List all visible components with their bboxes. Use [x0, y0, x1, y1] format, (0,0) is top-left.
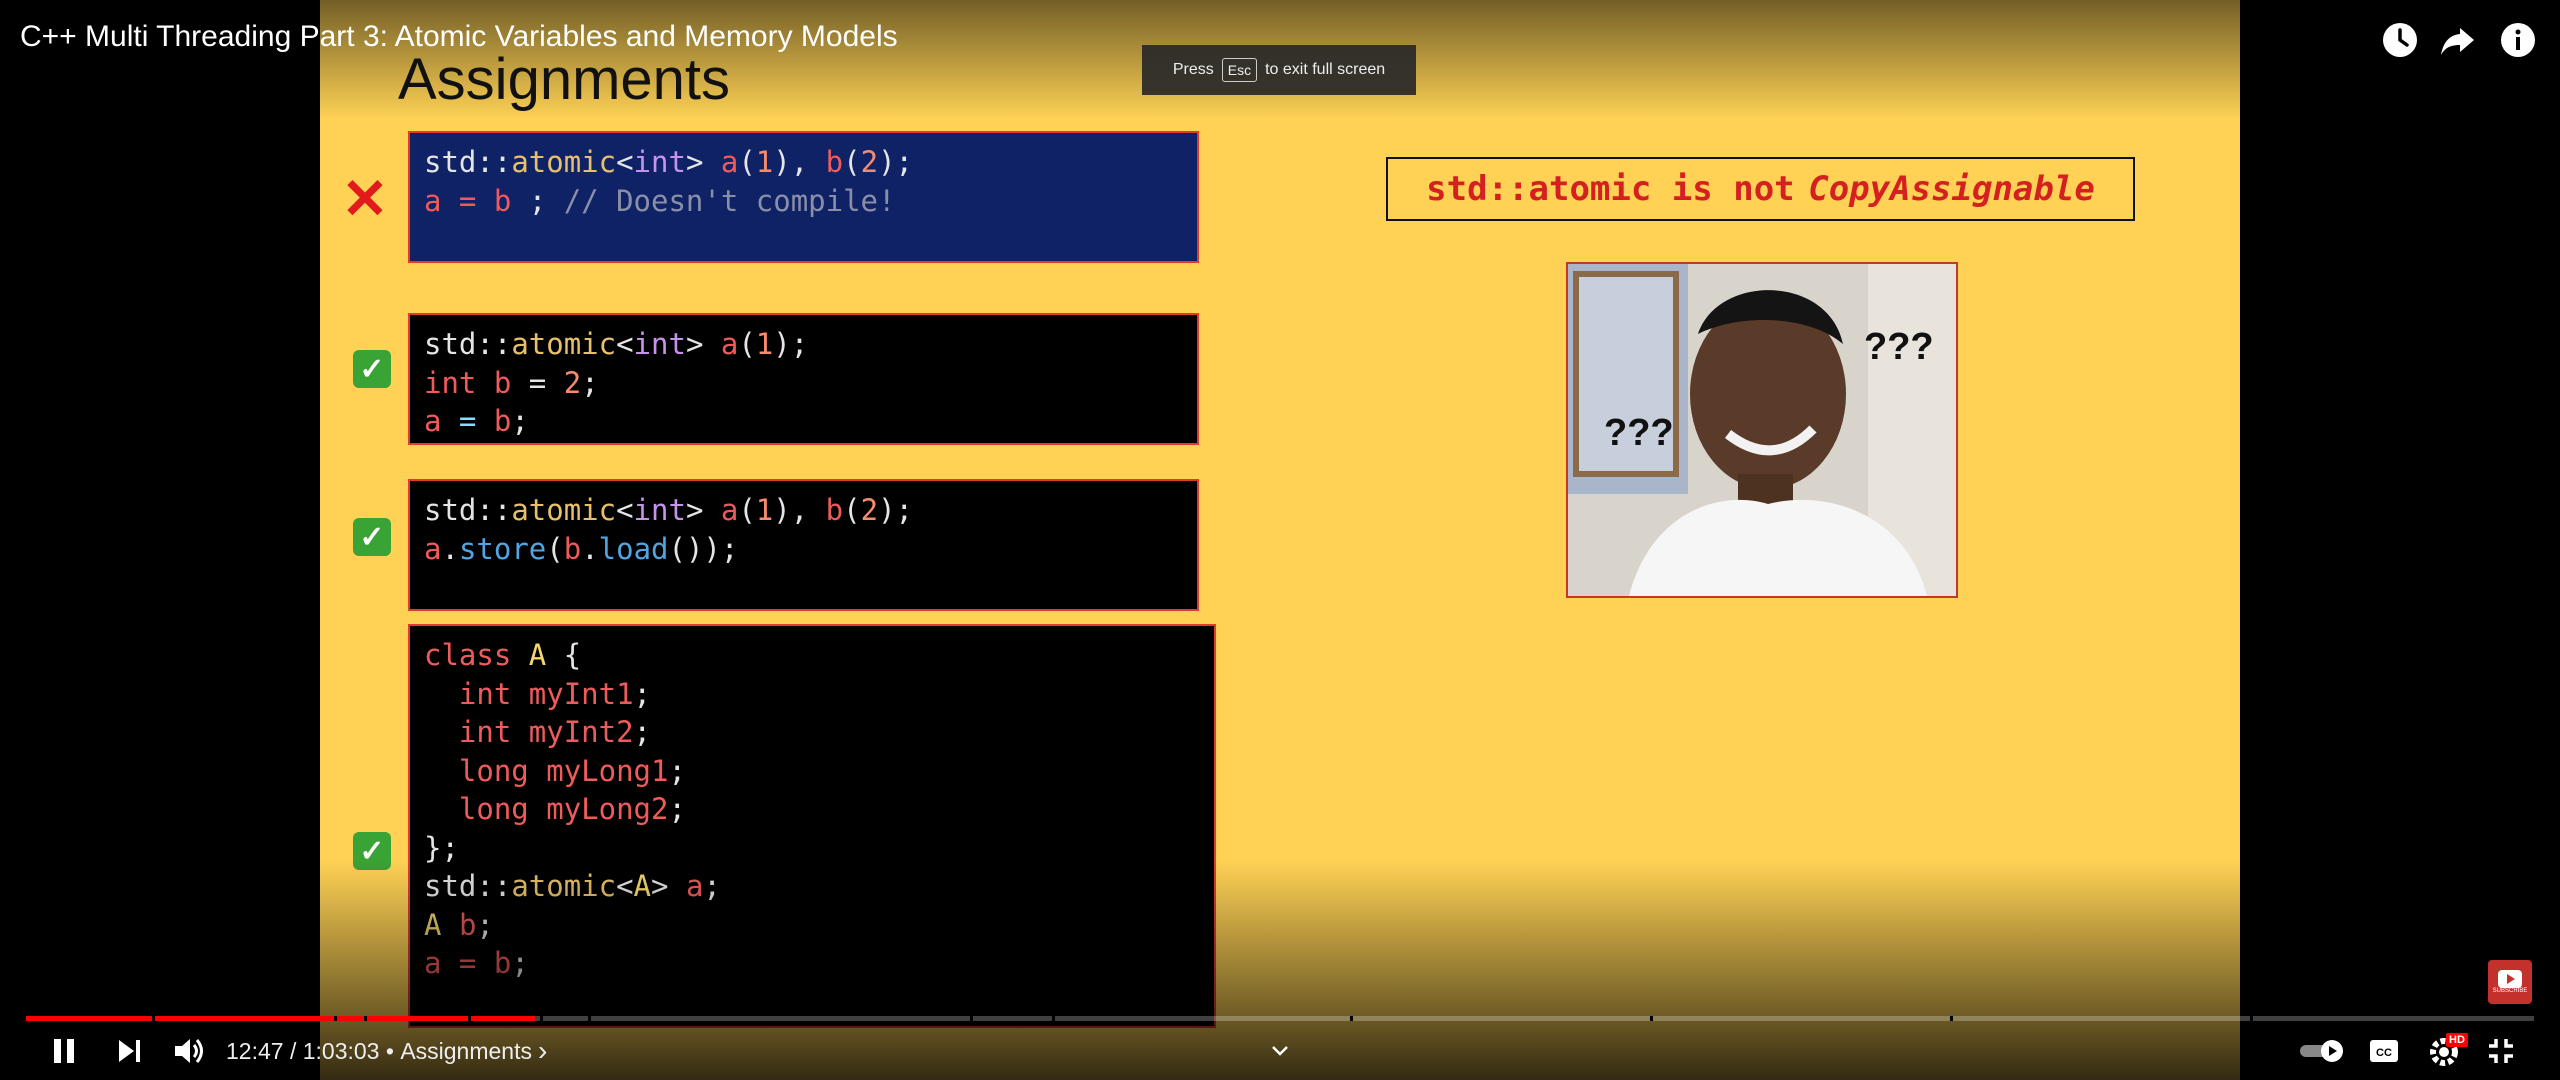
chapter-divider [468, 1016, 471, 1021]
exit-fullscreen-icon [2489, 1039, 2513, 1063]
callout-italic-text: CopyAssignable [1808, 169, 2095, 209]
meme-question-marks-left: ??? [1604, 412, 1674, 454]
captions-icon: CC [2370, 1040, 2398, 1062]
info-icon[interactable] [2498, 20, 2538, 60]
code-line: a = b ; // Doesn't compile! [424, 183, 896, 218]
code-line: a = b; [424, 404, 529, 438]
code-line: std::atomic<int> a(1); [424, 327, 809, 361]
chapter-title[interactable]: Assignments [400, 1038, 532, 1065]
autoplay-toggle[interactable] [2298, 1028, 2350, 1074]
svg-text:CC: CC [2376, 1047, 2392, 1059]
code-line: int myInt2; [424, 715, 652, 749]
code-line: int myInt1; [424, 676, 652, 711]
volume-button[interactable] [172, 1028, 212, 1074]
pause-button[interactable] [48, 1028, 84, 1074]
meme-question-marks-right: ??? [1864, 326, 1934, 368]
hd-badge: HD [2446, 1033, 2468, 1047]
time-display: 12:47 / 1:03:03 • Assignments › [226, 1028, 547, 1074]
player-controls: 12:47 / 1:03:03 • Assignments › CC HD [0, 1028, 2560, 1074]
subscribe-watermark[interactable]: SUBSCRIBE [2488, 960, 2532, 1004]
exit-fullscreen-button[interactable] [2486, 1028, 2520, 1074]
code-block-invalid-assignment: std::atomic<int> a(1), b(2);a = b ; // D… [408, 131, 1199, 263]
cross-mark-icon: ✕ [341, 167, 389, 230]
code-block-store-load: std::atomic<int> a(1), b(2);a.store(b.lo… [408, 479, 1199, 611]
progress-played[interactable] [26, 1016, 536, 1021]
code-line: class A { [424, 638, 582, 672]
code-block-int-assignment: std::atomic<int> a(1);int b = 2;a = b; [408, 313, 1199, 445]
autoplay-icon [2300, 1040, 2343, 1062]
toast-suffix: to exit full screen [1265, 61, 1386, 78]
next-video-button[interactable] [114, 1028, 150, 1074]
chapter-separator: • [379, 1037, 401, 1064]
pause-icon [54, 1039, 74, 1063]
volume-icon [175, 1039, 203, 1063]
share-icon[interactable] [2438, 20, 2478, 60]
play-logo-icon [2498, 970, 2522, 988]
chapter-divider [1052, 1016, 1055, 1021]
chapter-divider [540, 1016, 543, 1021]
fullscreen-toast: Press Esc to exit full screen [1142, 45, 1416, 95]
check-mark-icon: ✓ [353, 518, 391, 556]
skip-next-icon [119, 1040, 140, 1062]
callout-code-text: std::atomic is not [1426, 169, 1795, 209]
settings-button[interactable]: HD [2428, 1028, 2474, 1074]
confused-meme-image: ??? ??? [1566, 262, 1958, 598]
code-line: long myLong2; [424, 792, 686, 826]
chapter-divider [1950, 1016, 1953, 1021]
chapter-divider [2250, 1016, 2253, 1021]
slide-title: Assignments [398, 47, 731, 112]
code-line: std::atomic<int> a(1), b(2); [424, 493, 913, 527]
callout-note: std::atomic is not CopyAssignable [1386, 157, 2135, 221]
watch-later-icon[interactable] [2380, 20, 2420, 60]
chapter-chevron-icon[interactable]: › [538, 1035, 547, 1067]
captions-button[interactable]: CC [2368, 1028, 2402, 1074]
chapter-divider [970, 1016, 973, 1021]
expand-chevron-icon[interactable] [1270, 1028, 1290, 1074]
chapter-divider [588, 1016, 591, 1021]
chapter-divider [152, 1016, 155, 1021]
code-line: std::atomic<int> a(1), b(2); [424, 145, 913, 179]
toast-prefix: Press [1172, 61, 1214, 78]
chapter-divider [1650, 1016, 1653, 1021]
chapter-divider [334, 1016, 337, 1021]
code-line: long myLong1; [424, 753, 686, 788]
code-line: a.store(b.load()); [424, 531, 739, 566]
chapter-divider [364, 1016, 367, 1021]
time-readout: 12:47 / 1:03:03 [226, 1037, 380, 1064]
chapter-divider [1350, 1016, 1353, 1021]
subscribe-label: SUBSCRIBE [2492, 988, 2528, 994]
code-line: int b = 2; [424, 365, 599, 400]
esc-key-label: Esc [1221, 58, 1258, 82]
check-mark-icon: ✓ [353, 350, 391, 388]
